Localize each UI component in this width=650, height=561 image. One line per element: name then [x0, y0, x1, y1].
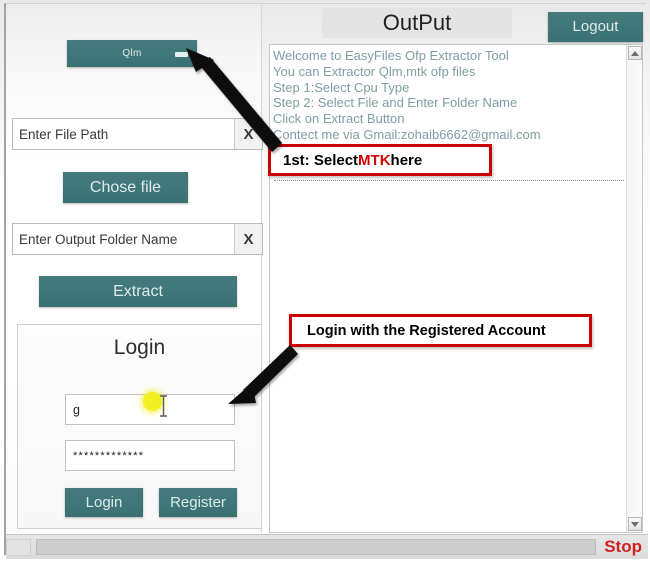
- list-item: Welcome to EasyFiles Ofp Extractor Tool: [273, 48, 509, 63]
- text-cursor-icon: [160, 395, 167, 417]
- file-path-value: Enter File Path: [19, 126, 109, 142]
- username-value: g: [73, 402, 81, 417]
- list-item: Step 2: Select File and Enter Folder Nam…: [273, 95, 518, 111]
- stop-button[interactable]: Stop: [604, 537, 642, 557]
- cpu-type-value: Qlm: [122, 48, 142, 59]
- list-item: Click on Extract Button: [273, 111, 405, 127]
- output-console[interactable]: Welcome to EasyFiles Ofp Extractor Tool …: [269, 44, 643, 533]
- chevron-down-icon: [175, 52, 188, 57]
- clear-file-path-button[interactable]: X: [234, 119, 262, 149]
- left-control-panel: Qlm Enter File Path X Chose file Enter O…: [6, 4, 263, 533]
- file-path-input[interactable]: Enter File Path X: [12, 118, 263, 150]
- output-console-lines: Welcome to EasyFiles Ofp Extractor Tool …: [273, 48, 622, 143]
- scroll-down-arrow-icon[interactable]: [628, 517, 642, 531]
- output-folder-value: Enter Output Folder Name: [19, 231, 178, 247]
- output-panel-title: OutPut: [322, 8, 512, 38]
- list-item: Contect me via Gmail:zohaib6662@gmail.co…: [273, 126, 541, 142]
- scroll-up-arrow-icon[interactable]: [628, 46, 642, 60]
- console-separator: [274, 180, 624, 181]
- register-button[interactable]: Register: [159, 488, 237, 517]
- login-panel: Login g ************* Login Register: [17, 324, 262, 529]
- status-bar-left-box: [6, 539, 31, 556]
- output-scrollbar[interactable]: [626, 45, 642, 532]
- clear-output-folder-button[interactable]: X: [234, 224, 262, 254]
- cpu-type-dropdown[interactable]: Qlm: [67, 40, 197, 67]
- application-window: Qlm Enter File Path X Chose file Enter O…: [0, 0, 650, 561]
- logout-button[interactable]: Logout: [548, 12, 643, 42]
- login-panel-title: Login: [113, 336, 166, 359]
- annotation-mtk-highlight: MTK: [358, 151, 391, 169]
- annotation-select-mtk: 1st: Select MTK here: [268, 144, 492, 176]
- output-folder-input[interactable]: Enter Output Folder Name X: [12, 223, 263, 255]
- password-value: *************: [73, 449, 145, 462]
- list-item: You can Extractor Qlm,mtk ofp files: [273, 63, 476, 79]
- annotation-mtk-prefix: 1st: Select: [283, 151, 359, 169]
- login-button[interactable]: Login: [65, 488, 143, 517]
- progress-bar: [36, 539, 596, 555]
- list-item: Step 1:Select Cpu Type: [273, 79, 410, 95]
- annotation-mtk-suffix: here: [390, 151, 423, 169]
- password-input[interactable]: *************: [65, 440, 235, 471]
- annotation-login-account: Login with the Registered Account: [289, 314, 592, 347]
- extract-button[interactable]: Extract: [39, 276, 237, 307]
- chose-file-button[interactable]: Chose file: [63, 172, 188, 203]
- status-bar: Stop: [6, 534, 648, 559]
